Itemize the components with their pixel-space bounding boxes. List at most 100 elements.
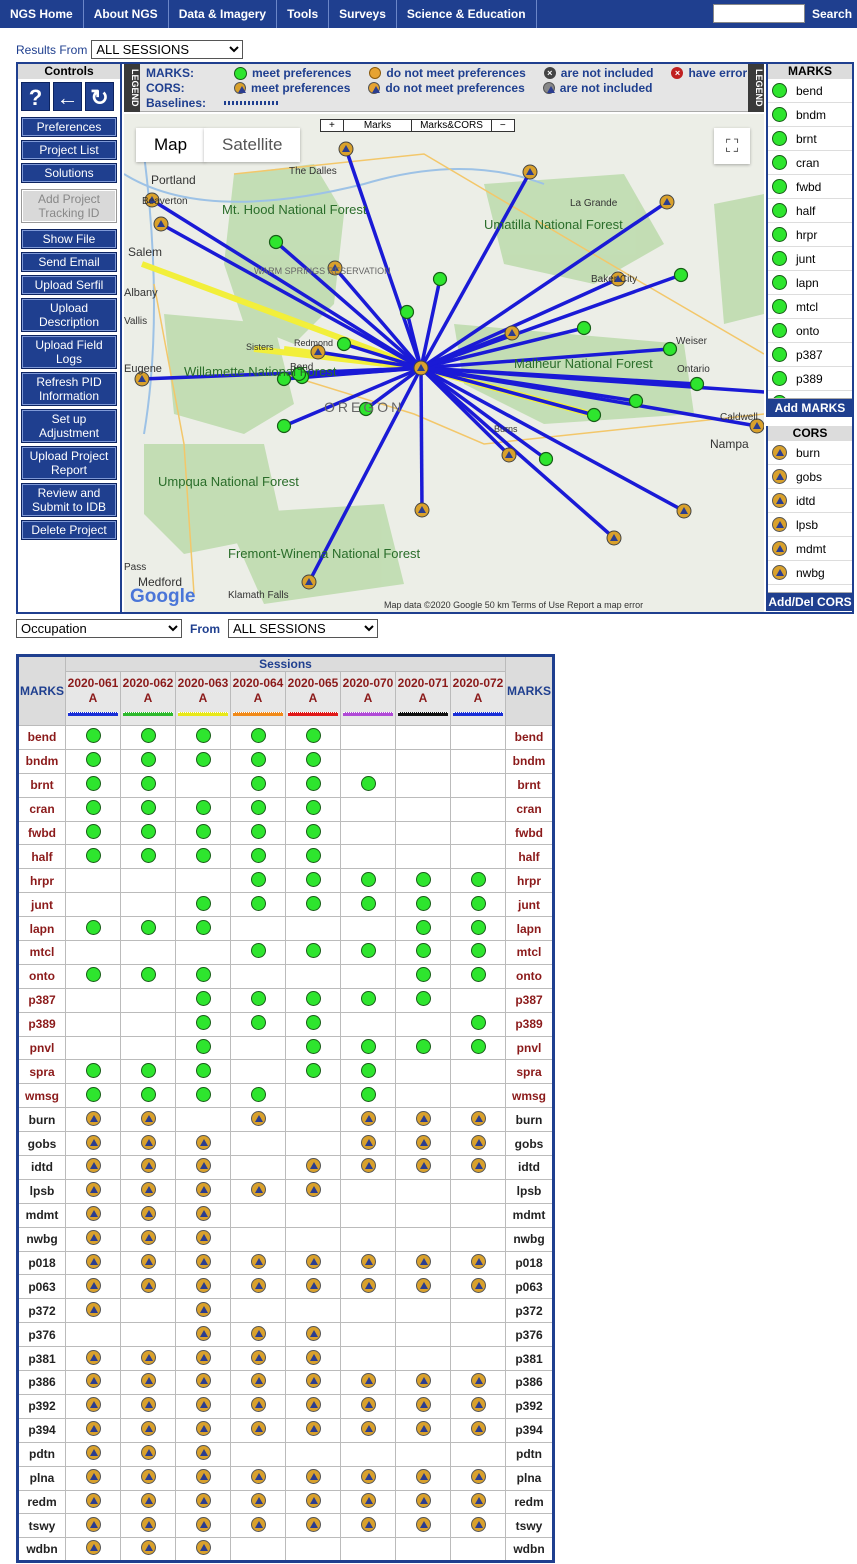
occupation-cell[interactable] — [65, 725, 121, 750]
occupation-cell[interactable] — [395, 1370, 451, 1395]
occupation-cell[interactable] — [395, 987, 451, 1013]
map-cors-icon[interactable] — [414, 502, 430, 518]
occupation-cell[interactable] — [395, 844, 451, 870]
occupation-cell[interactable] — [450, 940, 506, 965]
occupation-cell[interactable] — [230, 1465, 286, 1491]
occupation-cell[interactable] — [175, 1178, 231, 1204]
occupation-cell[interactable] — [450, 1202, 506, 1228]
occupation-cell[interactable] — [340, 963, 396, 989]
zoom-out-button[interactable]: − — [492, 120, 514, 131]
occupation-cell[interactable] — [120, 1417, 176, 1443]
occupation-cell[interactable] — [175, 940, 231, 965]
occupation-cell[interactable] — [395, 1417, 451, 1443]
occupation-cell[interactable] — [65, 1011, 121, 1037]
station-name-left[interactable]: hrpr — [17, 868, 66, 894]
station-name-right[interactable]: half — [505, 844, 554, 870]
occupation-cell[interactable] — [175, 725, 231, 750]
list-item[interactable]: p387 — [768, 343, 852, 367]
occupation-cell[interactable] — [395, 1298, 451, 1324]
station-name-left[interactable]: onto — [17, 963, 66, 989]
occupation-cell[interactable] — [340, 1537, 396, 1563]
occupation-cell[interactable] — [120, 1393, 176, 1419]
occupation-cell[interactable] — [395, 1107, 451, 1133]
occupation-select[interactable]: Occupation — [16, 619, 182, 638]
station-name-left[interactable]: redm — [17, 1489, 66, 1515]
station-name-right[interactable]: p372 — [505, 1298, 554, 1324]
occupation-cell[interactable] — [395, 1322, 451, 1348]
occupation-cell[interactable] — [450, 748, 506, 774]
station-name-right[interactable]: p018 — [505, 1250, 554, 1276]
occupation-cell[interactable] — [395, 940, 451, 965]
occupation-cell[interactable] — [120, 1035, 176, 1061]
occupation-cell[interactable] — [175, 868, 231, 894]
occupation-cell[interactable] — [285, 987, 341, 1013]
occupation-cell[interactable] — [285, 940, 341, 965]
station-name-right[interactable]: idtd — [505, 1155, 554, 1180]
occupation-cell[interactable] — [120, 748, 176, 774]
occupation-cell[interactable] — [120, 1441, 176, 1467]
add-project-tracking-id-button[interactable]: Add Project Tracking ID — [21, 189, 117, 223]
occupation-cell[interactable] — [450, 1059, 506, 1085]
upload-description-button[interactable]: Upload Description — [21, 298, 117, 332]
occupation-cell[interactable] — [65, 1298, 121, 1324]
station-name-right[interactable]: p063 — [505, 1274, 554, 1300]
occupation-cell[interactable] — [230, 725, 286, 750]
occupation-cell[interactable] — [285, 892, 341, 918]
occupation-cell[interactable] — [285, 1465, 341, 1491]
occupation-cell[interactable] — [120, 844, 176, 870]
occupation-cell[interactable] — [65, 1465, 121, 1491]
occupation-cell[interactable] — [120, 1465, 176, 1491]
occupation-cell[interactable] — [120, 963, 176, 989]
help-icon[interactable]: ? — [21, 82, 50, 111]
occupation-cell[interactable] — [175, 748, 231, 774]
solutions-button[interactable]: Solutions — [21, 163, 117, 183]
occupation-cell[interactable] — [285, 772, 341, 798]
session-column-header[interactable]: 2020-065 A — [285, 671, 341, 726]
occupation-cell[interactable] — [395, 868, 451, 894]
occupation-cell[interactable] — [395, 1489, 451, 1515]
occupation-cell[interactable] — [450, 1011, 506, 1037]
occupation-cell[interactable] — [120, 1131, 176, 1157]
occupation-cell[interactable] — [175, 1513, 231, 1539]
station-name-right[interactable]: lapn — [505, 916, 554, 942]
occupation-cell[interactable] — [450, 796, 506, 822]
occupation-cell[interactable] — [120, 820, 176, 846]
station-name-right[interactable]: wmsg — [505, 1083, 554, 1109]
occupation-cell[interactable] — [340, 1035, 396, 1061]
map-view[interactable]: Portland Beaverton Salem Albany Eugene T… — [124, 114, 764, 612]
station-name-right[interactable]: mdmt — [505, 1202, 554, 1228]
occupation-cell[interactable] — [395, 892, 451, 918]
preferences-button[interactable]: Preferences — [21, 117, 117, 137]
list-item[interactable]: half — [768, 199, 852, 223]
occupation-cell[interactable] — [120, 1250, 176, 1276]
occupation-cell[interactable] — [120, 1226, 176, 1252]
station-name-right[interactable]: cran — [505, 796, 554, 822]
station-name-left[interactable]: pnvl — [17, 1035, 66, 1061]
nav-tools[interactable]: Tools — [277, 0, 330, 28]
occupation-cell[interactable] — [450, 772, 506, 798]
occupation-cell[interactable] — [395, 1155, 451, 1180]
occupation-cell[interactable] — [230, 963, 286, 989]
station-name-left[interactable]: wmsg — [17, 1083, 66, 1109]
station-name-left[interactable]: spra — [17, 1059, 66, 1085]
occupation-cell[interactable] — [450, 1489, 506, 1515]
occupation-cell[interactable] — [340, 892, 396, 918]
occupation-cell[interactable] — [175, 916, 231, 942]
occupation-cell[interactable] — [65, 940, 121, 965]
occupation-cell[interactable] — [175, 820, 231, 846]
list-item[interactable]: p389 — [768, 367, 852, 391]
upload-project-report-button[interactable]: Upload Project Report — [21, 446, 117, 480]
list-item[interactable]: idtd — [768, 489, 852, 513]
list-item[interactable]: lpsb — [768, 513, 852, 537]
occupation-cell[interactable] — [450, 892, 506, 918]
map-mark-dot-icon[interactable] — [276, 418, 292, 434]
delete-project-button[interactable]: Delete Project — [21, 520, 117, 540]
station-name-left[interactable]: p063 — [17, 1274, 66, 1300]
zoom-in-button[interactable]: + — [321, 120, 344, 131]
nav-about-ngs[interactable]: About NGS — [84, 0, 169, 28]
results-from-select[interactable]: ALL SESSIONS — [91, 40, 244, 59]
map-mark-dot-icon[interactable] — [336, 336, 352, 352]
occupation-cell[interactable] — [120, 1202, 176, 1228]
occupation-cell[interactable] — [450, 1298, 506, 1324]
map-mark-dot-icon[interactable] — [628, 393, 644, 409]
